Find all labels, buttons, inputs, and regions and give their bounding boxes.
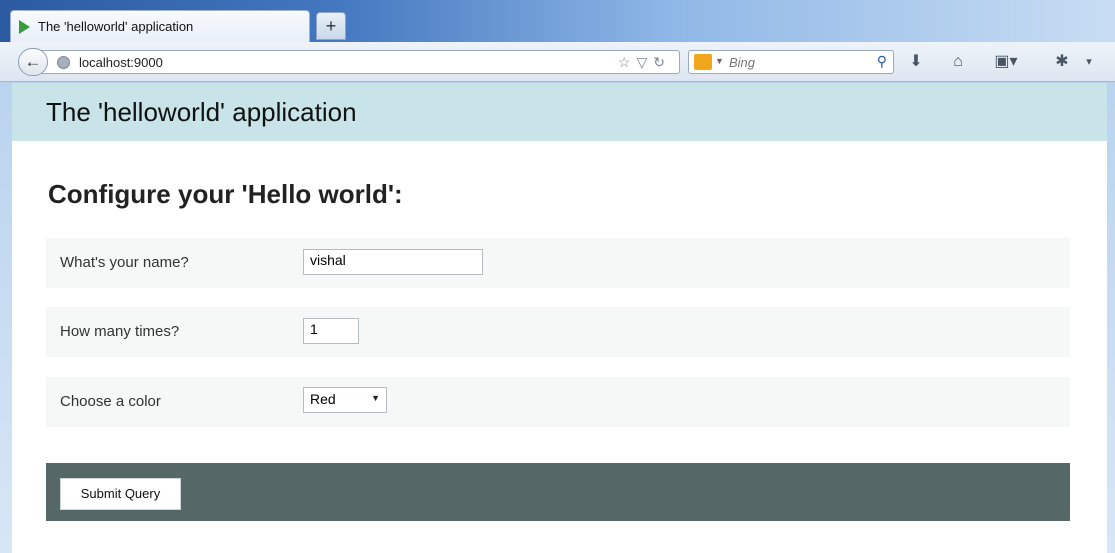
bookmark-star-icon[interactable]: ☆ bbox=[618, 54, 637, 70]
dropdown-icon[interactable]: ▽ bbox=[636, 54, 653, 70]
browser-tab[interactable]: The 'helloworld' application bbox=[10, 10, 310, 42]
page-heading: Configure your 'Hello world': bbox=[48, 179, 403, 209]
back-button[interactable]: ← bbox=[18, 48, 48, 76]
times-row: How many times? 1 bbox=[46, 307, 1070, 357]
bookmarks-menu-icon[interactable]: ▣▾ bbox=[990, 50, 1022, 74]
menu-icon[interactable]: ▾ bbox=[1080, 50, 1098, 74]
search-engine-placeholder: Bing bbox=[729, 55, 756, 70]
page-viewport: The 'helloworld' application Configure y… bbox=[12, 83, 1107, 553]
bing-icon bbox=[694, 54, 712, 70]
search-bar[interactable]: ▼ Bing ⚲ bbox=[688, 50, 894, 74]
new-tab-button[interactable]: + bbox=[316, 12, 346, 40]
form-actions: Submit Query bbox=[46, 463, 1070, 521]
home-icon[interactable]: ⌂ bbox=[947, 50, 969, 74]
search-icon[interactable]: ⚲ bbox=[877, 53, 887, 70]
navigation-bar: localhost:9000 ☆▽↻ ← ▼ Bing ⚲ ⬇ ⌂ ▣▾ ✱ ▾ bbox=[0, 42, 1115, 82]
url-text: localhost:9000 bbox=[79, 55, 163, 70]
address-bar[interactable]: localhost:9000 ☆▽↻ bbox=[40, 50, 680, 74]
color-label: Choose a color bbox=[60, 393, 161, 410]
name-row: What's your name? vishal bbox=[46, 238, 1070, 288]
globe-icon bbox=[57, 56, 70, 69]
app-header: The 'helloworld' application bbox=[12, 83, 1107, 141]
color-select-value: Red bbox=[310, 391, 336, 407]
color-select[interactable]: Red ▼ bbox=[303, 387, 387, 413]
url-actions: ☆▽↻ bbox=[618, 54, 671, 71]
addon-icon[interactable]: ✱ bbox=[1050, 50, 1074, 74]
chevron-down-icon: ▼ bbox=[371, 393, 380, 403]
download-icon[interactable]: ⬇ bbox=[905, 50, 927, 74]
times-input[interactable]: 1 bbox=[303, 318, 359, 344]
tab-title: The 'helloworld' application bbox=[38, 19, 194, 34]
times-label: How many times? bbox=[60, 323, 180, 340]
color-row: Choose a color Red ▼ bbox=[46, 377, 1070, 427]
back-icon: ← bbox=[24, 52, 42, 71]
submit-button[interactable]: Submit Query bbox=[60, 478, 181, 510]
reload-icon[interactable]: ↻ bbox=[653, 54, 671, 70]
app-title: The 'helloworld' application bbox=[46, 97, 357, 127]
chevron-down-icon[interactable]: ▼ bbox=[715, 56, 724, 66]
name-label: What's your name? bbox=[60, 254, 189, 271]
name-input[interactable]: vishal bbox=[303, 249, 483, 275]
play-icon bbox=[19, 19, 30, 34]
tab-strip: The 'helloworld' application + bbox=[0, 0, 1115, 42]
